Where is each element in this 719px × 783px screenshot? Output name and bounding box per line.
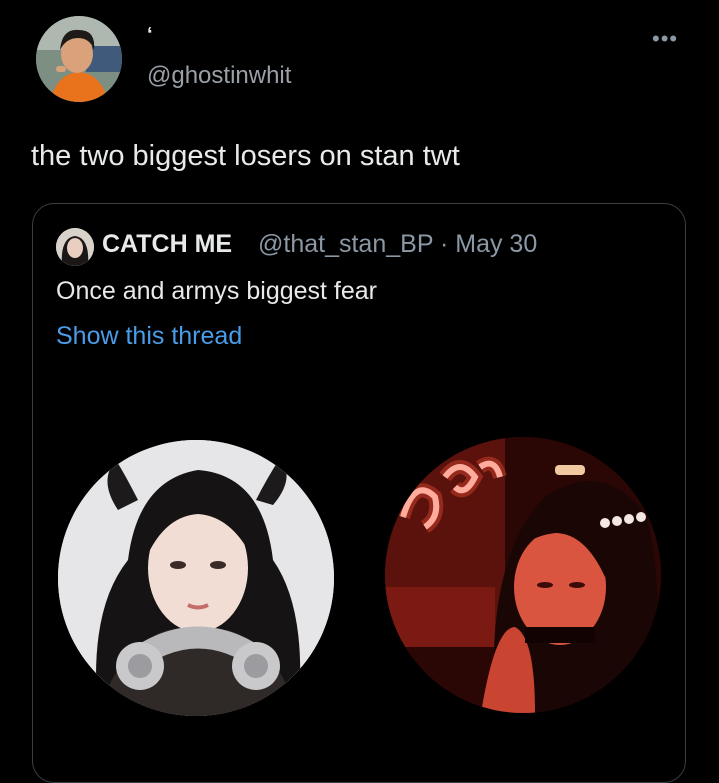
quoted-tweet-text: Once and armys biggest fear: [56, 277, 377, 305]
author-handle[interactable]: @ghostinwhit: [147, 62, 291, 90]
tweet-text: the two biggest losers on stan twt: [31, 140, 460, 172]
more-options-icon[interactable]: •••: [652, 28, 678, 50]
author-display-name[interactable]: ‘: [147, 24, 153, 47]
show-thread-link[interactable]: Show this thread: [56, 322, 242, 351]
quoted-photo-right[interactable]: [385, 437, 661, 713]
photo-left-image: [58, 440, 334, 716]
quoted-author-name[interactable]: CATCH ME: [102, 230, 232, 259]
quoted-author-avatar-image: [56, 228, 94, 266]
photo-right-image: [385, 437, 661, 713]
author-avatar-image: [36, 16, 122, 102]
quoted-photo-left[interactable]: [58, 440, 334, 716]
quoted-author-avatar[interactable]: [56, 228, 94, 266]
author-avatar[interactable]: [36, 16, 122, 102]
quoted-author-handle-date[interactable]: @that_stan_BP · May 30: [258, 230, 537, 259]
